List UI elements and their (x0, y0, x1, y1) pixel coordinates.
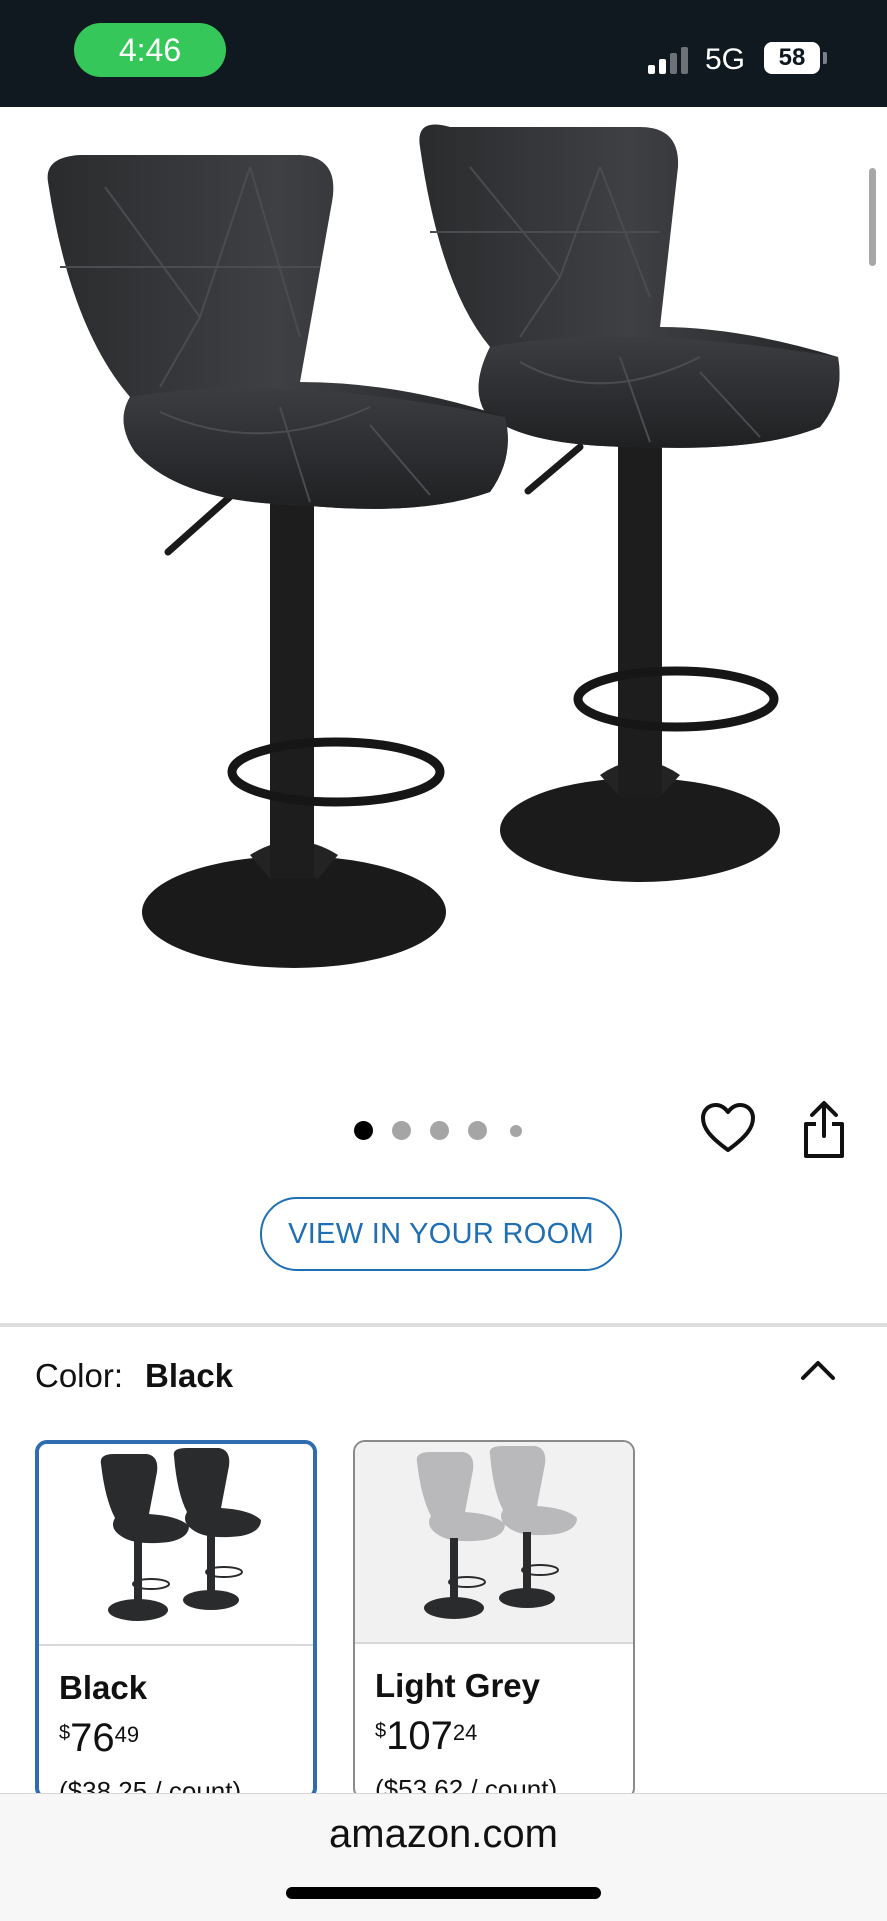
color-selector-header: Color: Black (35, 1357, 233, 1395)
scrollbar[interactable] (869, 168, 876, 266)
swatch-thumbnail (355, 1442, 633, 1644)
status-bar: 4:46 5G 58 (0, 0, 887, 107)
price-fraction: 24 (452, 1720, 478, 1745)
product-image[interactable] (0, 107, 887, 1067)
price-fraction: 49 (114, 1722, 140, 1747)
url-text[interactable]: amazon.com (0, 1812, 887, 1857)
price-currency: $ (59, 1722, 71, 1744)
stool-right (419, 124, 840, 882)
stool-left (47, 155, 508, 968)
browser-address-bar[interactable]: amazon.com (0, 1793, 887, 1921)
battery-tip (823, 52, 827, 64)
network-type: 5G (705, 43, 746, 76)
swatch-thumbnail (39, 1444, 313, 1646)
color-option-light-grey[interactable]: Light Grey $10724 ($53.62 / count) (353, 1440, 635, 1800)
color-label: Color: (35, 1357, 124, 1394)
chevron-up-icon[interactable] (797, 1354, 839, 1384)
price-whole: 107 (386, 1714, 453, 1758)
option-price: $10724 (375, 1714, 477, 1759)
battery-icon: 58 (764, 42, 820, 74)
heart-icon[interactable] (700, 1103, 756, 1155)
selected-color: Black (145, 1357, 234, 1394)
pagination-dot[interactable] (430, 1121, 449, 1140)
option-name: Black (59, 1669, 148, 1706)
share-icon[interactable] (800, 1100, 848, 1160)
pagination-dot[interactable] (392, 1121, 411, 1140)
pagination-dot[interactable] (510, 1125, 522, 1137)
option-price: $7649 (59, 1716, 139, 1761)
price-currency: $ (375, 1720, 387, 1742)
pagination-dot[interactable] (354, 1121, 373, 1140)
home-indicator[interactable] (286, 1887, 601, 1899)
view-in-your-room-button[interactable]: VIEW IN YOUR ROOM (260, 1197, 622, 1271)
section-divider (0, 1323, 887, 1327)
price-whole: 76 (70, 1716, 115, 1760)
status-time: 4:46 (74, 23, 226, 77)
cellular-signal-icon (648, 46, 692, 74)
option-name: Light Grey (375, 1667, 541, 1704)
color-option-black[interactable]: Black $7649 ($38.25 / count) (35, 1440, 317, 1800)
pagination-dot[interactable] (468, 1121, 487, 1140)
